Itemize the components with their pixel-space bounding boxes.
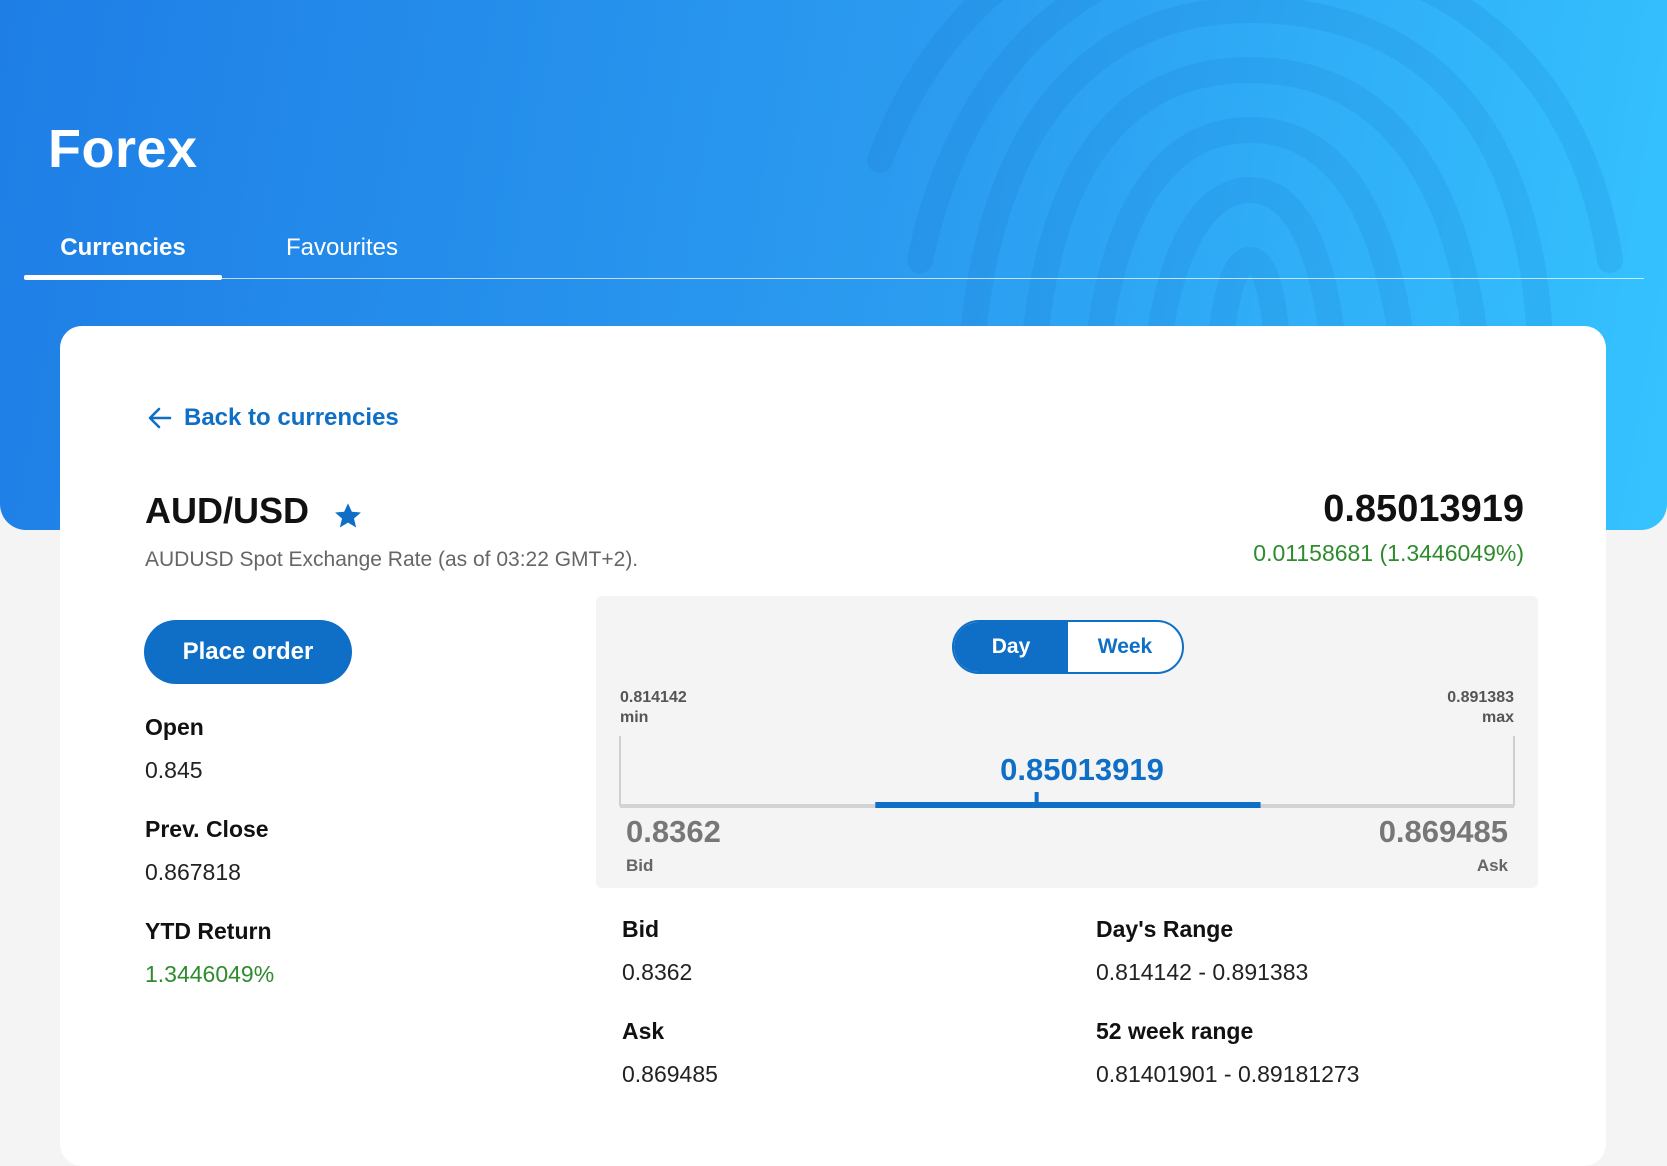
stat-value: 0.81401901 - 0.89181273: [1096, 1061, 1360, 1087]
stat-ask: Ask 0.869485: [622, 1018, 718, 1088]
arrow-left-icon: [148, 407, 172, 429]
stat-value: 1.3446049%: [145, 961, 275, 987]
page-title: Forex: [48, 119, 198, 179]
stat-52-week-range: 52 week range 0.81401901 - 0.89181273: [1096, 1018, 1359, 1088]
current-price: 0.85013919: [1323, 488, 1524, 530]
back-link[interactable]: Back to currencies: [146, 404, 399, 432]
stat-label: Bid: [622, 916, 660, 942]
ask-big-label: Ask: [1476, 856, 1508, 875]
tab-favourites-label: Favourites: [285, 234, 399, 261]
currency-pair-title: AUD/USD: [145, 490, 310, 531]
stat-bid: Bid 0.8362: [622, 916, 692, 986]
price-change: 0.01158681 (1.3446049%): [1253, 540, 1524, 566]
stat-label: Day's Range: [1096, 916, 1234, 942]
tab-currencies[interactable]: Currencies: [24, 228, 222, 280]
tab-currencies-label: Currencies: [60, 234, 186, 261]
stat-value: 0.8362: [622, 959, 693, 985]
stat-value: 0.814142 - 0.891383: [1096, 959, 1309, 985]
stat-label: 52 week range: [1096, 1018, 1254, 1044]
stat-days-range: Day's Range 0.814142 - 0.891383: [1096, 916, 1308, 986]
stat-label: Prev. Close: [145, 816, 269, 842]
stat-value: 0.867818: [145, 859, 241, 885]
currency-detail-card: Back to currencies AUD/USD AUDUSD Spot E…: [60, 326, 1606, 1166]
stat-label: YTD Return: [145, 918, 272, 944]
back-link-label: Back to currencies: [184, 404, 399, 431]
active-tab-indicator: [24, 275, 222, 280]
rate-subtitle: AUDUSD Spot Exchange Rate (as of 03:22 G…: [145, 548, 639, 571]
ask-big-value: 0.869485: [1378, 814, 1508, 849]
bid-big-value: 0.8362: [626, 814, 721, 849]
star-icon[interactable]: [332, 500, 364, 532]
bid-big-label: Bid: [626, 856, 654, 875]
stat-ytd-return: YTD Return 1.3446049%: [145, 918, 274, 988]
stat-value: 0.869485: [622, 1061, 718, 1087]
bid-ask-spread-bar: [875, 802, 1261, 808]
tab-bar: Currencies Favourites: [24, 228, 1644, 280]
price-range-widget: Day Week 0.814142 min 0.891383 max 0.850…: [596, 596, 1538, 888]
stat-label: Ask: [622, 1018, 665, 1044]
tab-favourites[interactable]: Favourites: [246, 228, 438, 278]
stat-label: Open: [145, 714, 204, 740]
stat-value: 0.845: [145, 757, 203, 783]
stat-open: Open 0.845: [145, 714, 204, 784]
stat-prev-close: Prev. Close 0.867818: [145, 816, 269, 886]
place-order-button[interactable]: Place order: [144, 620, 352, 684]
current-price-marker: [1034, 792, 1039, 804]
